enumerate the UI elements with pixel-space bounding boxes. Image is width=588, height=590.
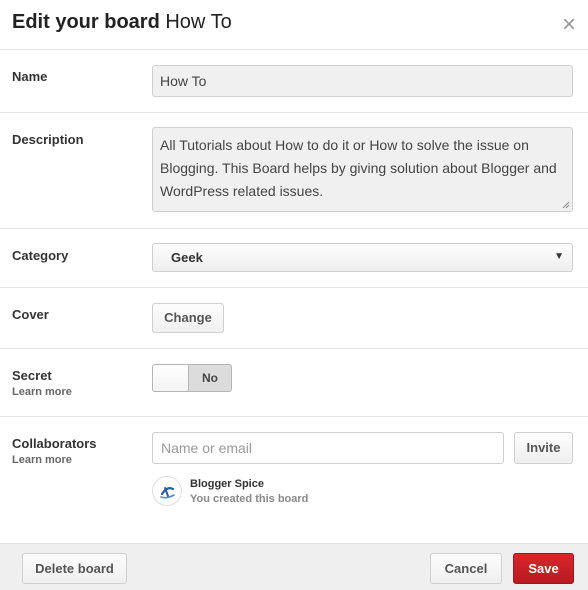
collaborator-search-input[interactable]: Name or email bbox=[152, 432, 504, 464]
collaborators-label: Collaborators bbox=[12, 436, 97, 451]
secret-label: Secret bbox=[12, 368, 52, 383]
description-textarea[interactable]: All Tutorials about How to do it or How … bbox=[152, 127, 573, 212]
description-row: Description All Tutorials about How to d… bbox=[0, 113, 588, 229]
close-icon[interactable]: × bbox=[559, 13, 579, 37]
dialog-footer: Delete board Cancel Save bbox=[0, 543, 588, 590]
delete-board-button[interactable]: Delete board bbox=[22, 553, 127, 584]
name-input[interactable]: How To bbox=[152, 65, 573, 97]
name-row: Name How To bbox=[0, 51, 588, 113]
collaborator-name: Blogger Spice bbox=[190, 478, 264, 490]
category-select[interactable]: Geek ▼ bbox=[152, 243, 573, 272]
description-line: WordPress related issues. bbox=[160, 183, 324, 199]
description-label: Description bbox=[12, 132, 84, 147]
title-board-name: How To bbox=[165, 11, 232, 33]
title-prefix: Edit your board bbox=[12, 11, 160, 33]
change-cover-button[interactable]: Change bbox=[152, 303, 224, 333]
category-row: Category Geek ▼ bbox=[0, 229, 588, 288]
collaborators-row: Collaborators Learn more Name or email I… bbox=[0, 417, 588, 543]
toggle-knob bbox=[153, 365, 189, 391]
description-line: Blogging. This Board helps by giving sol… bbox=[160, 160, 557, 176]
invite-button[interactable]: Invite bbox=[514, 432, 573, 464]
category-selected: Geek bbox=[171, 250, 203, 265]
category-label: Category bbox=[12, 248, 69, 263]
secret-row: Secret Learn more No bbox=[0, 349, 588, 417]
secret-toggle[interactable]: No bbox=[152, 364, 232, 392]
save-button[interactable]: Save bbox=[513, 553, 574, 584]
avatar bbox=[152, 476, 182, 506]
toggle-state: No bbox=[202, 371, 218, 385]
collaborators-learn-more-link[interactable]: Learn more bbox=[12, 454, 72, 466]
cancel-button[interactable]: Cancel bbox=[430, 553, 502, 584]
cover-label: Cover bbox=[12, 307, 49, 322]
name-label: Name bbox=[12, 69, 48, 84]
cover-row: Cover Change bbox=[0, 288, 588, 349]
dialog-title: Edit your board How To bbox=[12, 11, 232, 34]
secret-learn-more-link[interactable]: Learn more bbox=[12, 386, 72, 398]
blogger-spice-logo-icon bbox=[160, 487, 175, 499]
chevron-down-icon: ▼ bbox=[554, 251, 564, 262]
resize-grip-icon[interactable] bbox=[562, 201, 570, 209]
description-line: All Tutorials about How to do it or How … bbox=[160, 137, 529, 153]
collaborator-note: You created this board bbox=[190, 493, 309, 505]
dialog-header: Edit your board How To × bbox=[0, 0, 588, 50]
